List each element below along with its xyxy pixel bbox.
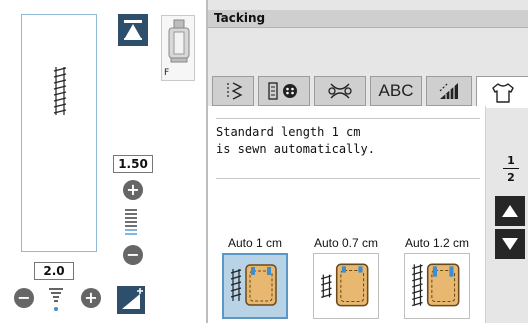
decorative-stitch-icon [328, 83, 352, 99]
left-control-panel: F 1.50 + − 2.0 − + [0, 0, 206, 323]
shirt-icon [492, 82, 514, 103]
page-current: 1 [507, 154, 515, 167]
page-down-button[interactable] [495, 229, 525, 259]
stitch-preview [21, 14, 97, 252]
width-decrease-button[interactable]: − [14, 288, 34, 308]
presser-foot-icon [168, 19, 190, 63]
page-title: Tacking [214, 11, 266, 25]
option-auto-0-7cm[interactable]: Auto 0.7 cm [301, 236, 391, 319]
stitch-length-icon [125, 209, 137, 235]
pocket-bartack-icon [412, 263, 460, 307]
divider [216, 118, 480, 119]
page-total: 2 [507, 171, 515, 184]
tab-quilt[interactable] [426, 76, 472, 106]
title-bar: Tacking [208, 10, 528, 28]
utility-stitch-icon [227, 82, 243, 100]
elongation-button[interactable] [117, 286, 145, 314]
page-indicator: 1 2 [499, 154, 523, 184]
stitch-length-value: 1.50 [113, 155, 153, 173]
option-label: Auto 1 cm [227, 236, 283, 250]
stitch-selection-panel: Tacking ABC Standard length 1 cm is sewn… [206, 0, 528, 323]
plus-icon: + [84, 288, 98, 307]
page-up-button[interactable] [495, 196, 525, 226]
tab-garment[interactable] [476, 76, 528, 108]
minus-icon: − [126, 245, 140, 264]
arrow-down-icon [502, 238, 518, 250]
width-increase-button[interactable]: + [81, 288, 101, 308]
info-message: Standard length 1 cm is sewn automatical… [216, 125, 375, 156]
pocket-bartack-icon [321, 263, 369, 307]
option-label: Auto 0.7 cm [313, 236, 379, 250]
tab-decorative[interactable] [314, 76, 366, 106]
length-decrease-button[interactable]: − [123, 245, 143, 265]
fraction-line [503, 168, 519, 169]
presser-foot-label: F [164, 68, 170, 78]
stitch-width-value: 2.0 [34, 262, 74, 280]
presser-foot-indicator: F [161, 15, 195, 81]
needle-up-icon [124, 20, 142, 40]
option-auto-1cm[interactable]: Auto 1 cm [210, 236, 300, 319]
tab-alphabet[interactable]: ABC [370, 76, 422, 106]
length-increase-button[interactable]: + [123, 180, 143, 200]
needle-position-button[interactable] [118, 14, 148, 46]
plus-icon: + [126, 180, 140, 199]
elongation-plus-icon [122, 288, 143, 309]
buttonhole-icon [268, 82, 297, 100]
tab-alphabet-label: ABC [378, 81, 414, 100]
minus-icon: − [17, 288, 31, 307]
tab-utility[interactable] [212, 76, 254, 106]
option-tile[interactable] [404, 253, 470, 319]
option-tile-selected[interactable] [222, 253, 288, 319]
pocket-bartack-icon [230, 264, 277, 306]
option-tile[interactable] [313, 253, 379, 319]
arrow-up-icon [502, 205, 518, 217]
tab-buttonhole[interactable] [258, 76, 310, 106]
tacking-stitch-preview-icon [53, 67, 67, 115]
category-tabs: ABC [208, 76, 528, 108]
option-auto-1-2cm[interactable]: Auto 1.2 cm [392, 236, 482, 319]
quilt-stitch-icon [439, 82, 458, 99]
option-label: Auto 1.2 cm [404, 236, 470, 250]
divider [216, 178, 480, 179]
stitch-width-icon [49, 288, 63, 311]
